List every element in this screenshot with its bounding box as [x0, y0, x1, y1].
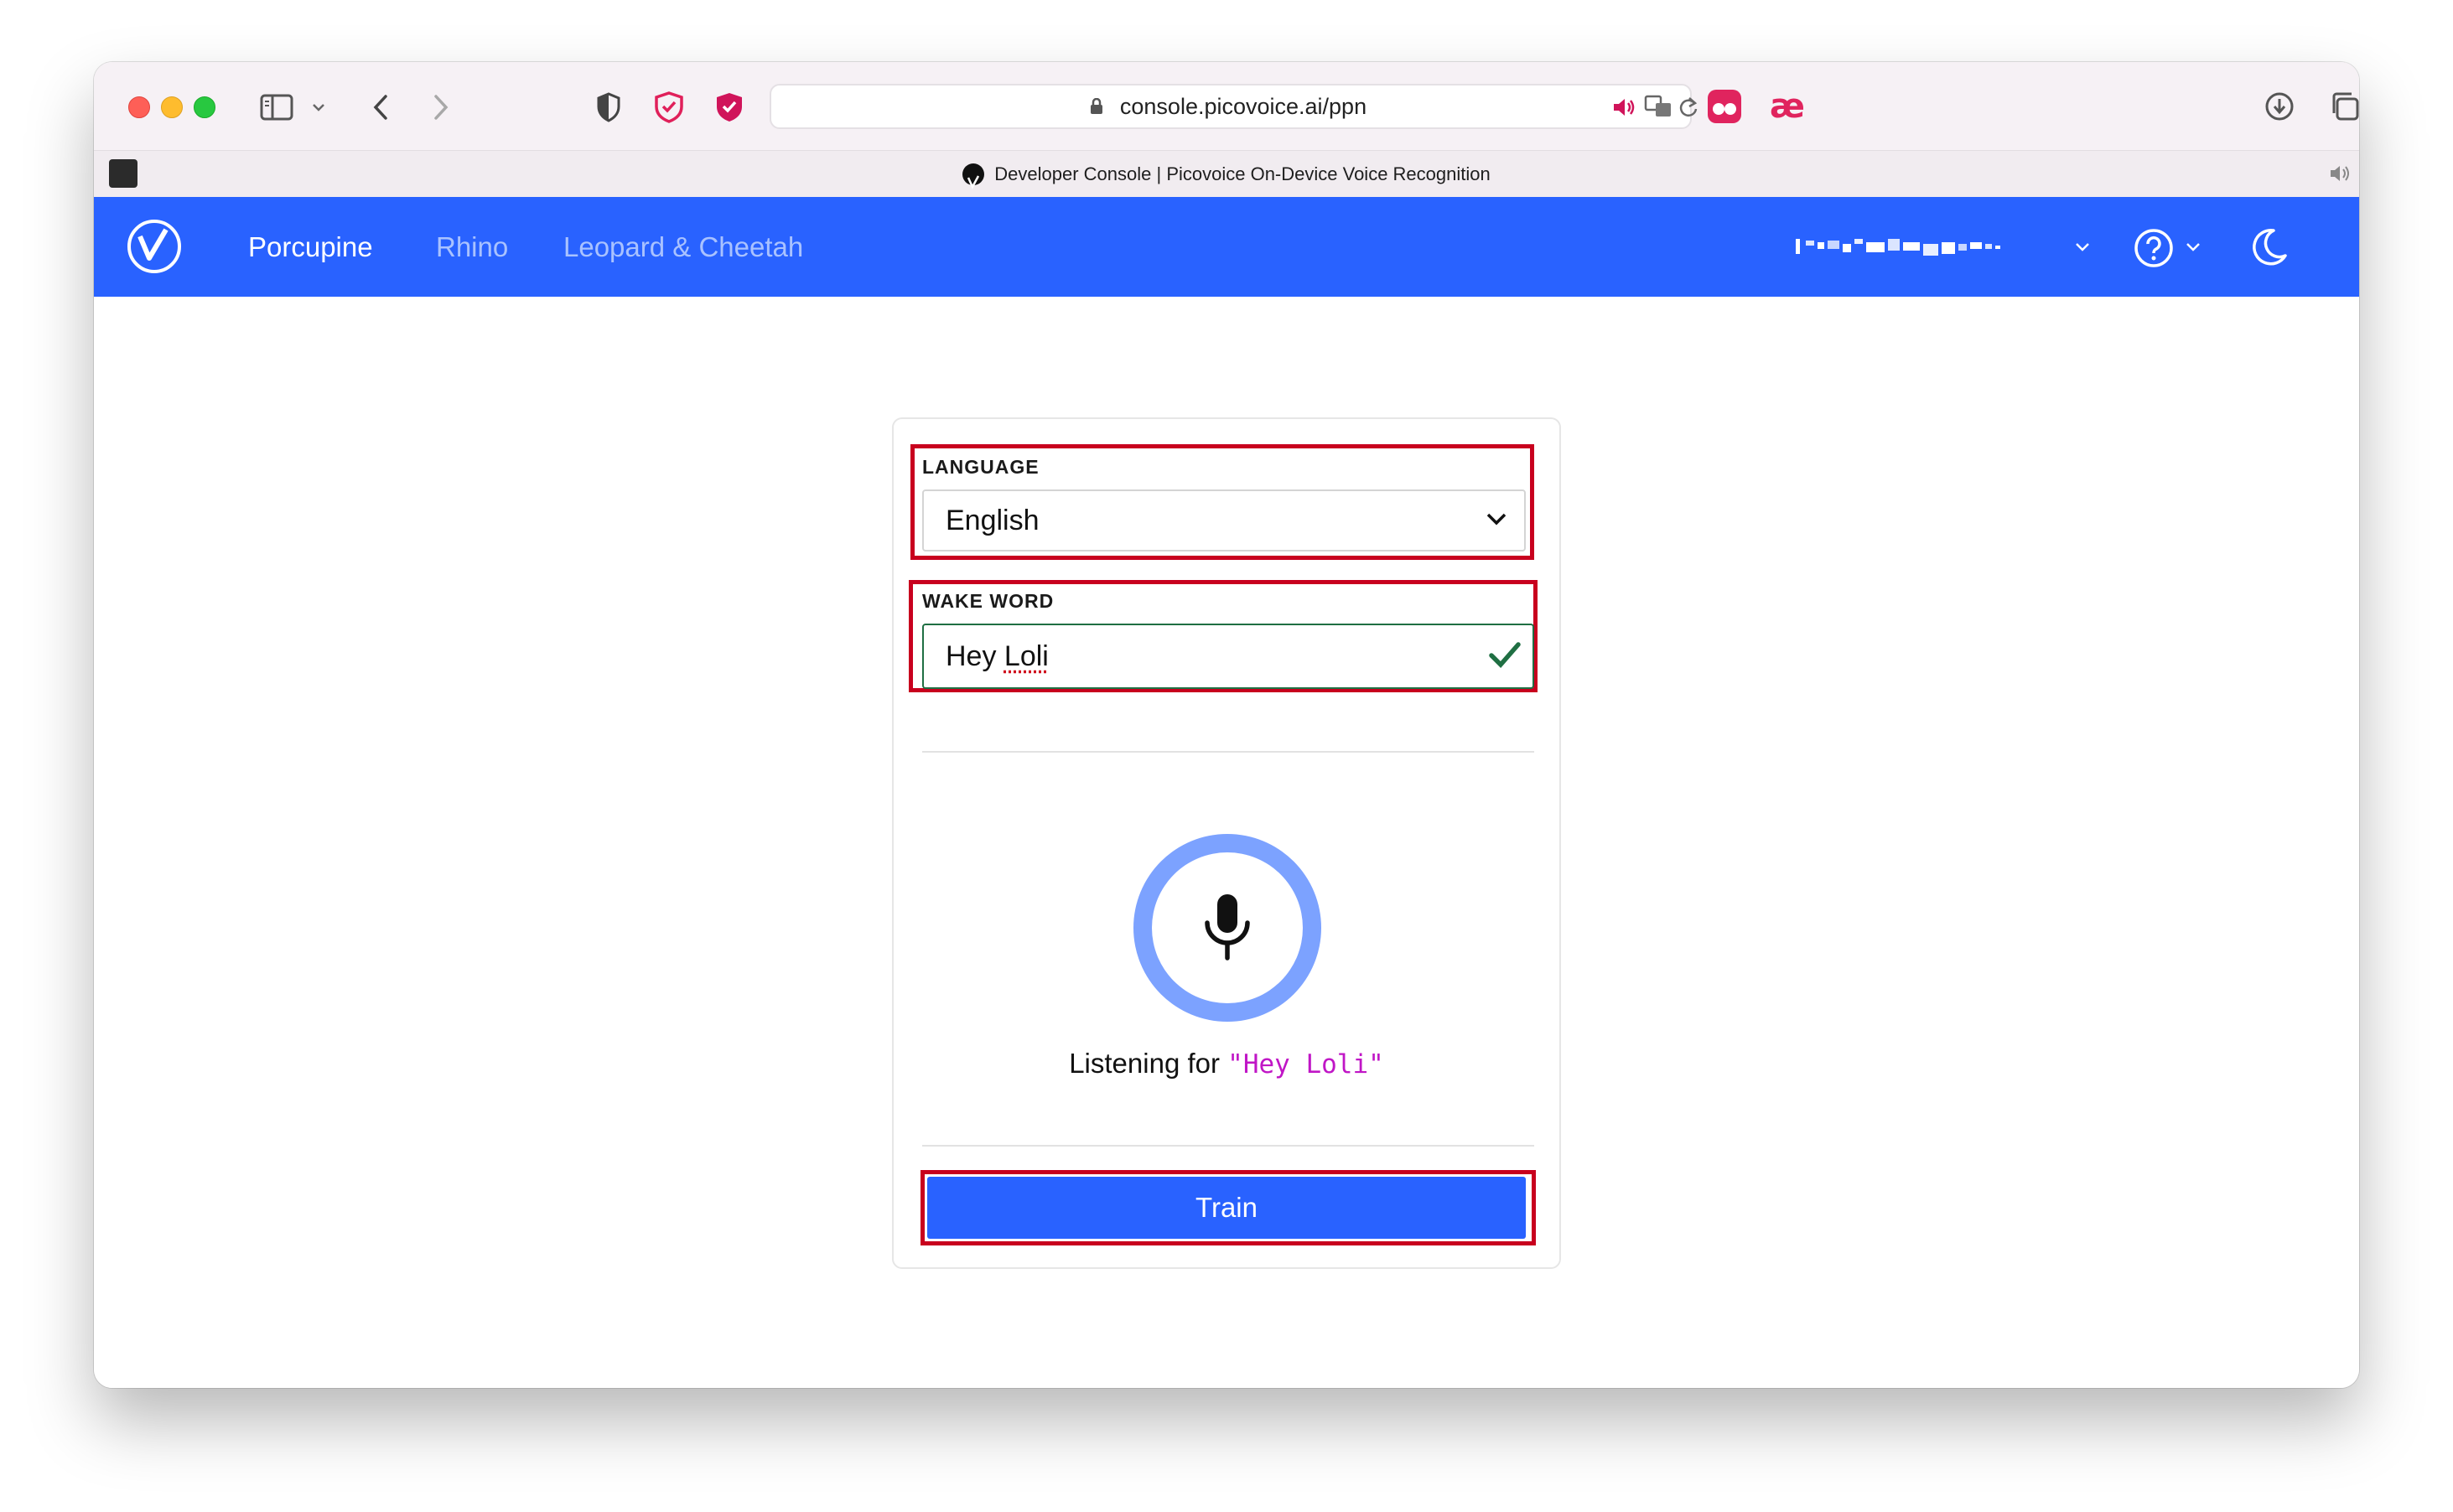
- help-chevron-down-icon[interactable]: [2183, 239, 2203, 256]
- wake-word-suffix: Loli: [1004, 640, 1049, 672]
- privacy-shield-icon[interactable]: [592, 89, 625, 126]
- top-divider: [922, 751, 1534, 753]
- speaker-icon[interactable]: [1611, 96, 1636, 119]
- wake-word-card: LANGUAGE English WAKE WORD Hey Loli List…: [892, 417, 1561, 1269]
- chevron-down-icon: [1486, 511, 1507, 531]
- forward-icon[interactable]: [424, 91, 458, 124]
- chevron-down-icon[interactable]: [310, 99, 327, 116]
- translate-icon[interactable]: [1643, 94, 1673, 119]
- app-navbar: Porcupine Rhino Leopard & Cheetah: [94, 197, 2359, 297]
- tabs-overview-icon[interactable]: [2327, 89, 2359, 124]
- close-window-button[interactable]: [128, 96, 150, 118]
- sidebar-toggle-icon[interactable]: [258, 91, 295, 124]
- address-bar[interactable]: console.picovoice.ai/ppn: [770, 84, 1698, 129]
- zoom-window-button[interactable]: [194, 96, 215, 118]
- tab-audio-icon[interactable]: [2327, 163, 2352, 184]
- reload-icon[interactable]: [1677, 96, 1700, 119]
- language-label: LANGUAGE: [922, 456, 1040, 478]
- picovoice-logo-icon[interactable]: [126, 218, 183, 275]
- minimize-window-button[interactable]: [161, 96, 183, 118]
- browser-window: console.picovoice.ai/ppn æ Developer Con…: [94, 62, 2359, 1388]
- train-button[interactable]: Train: [927, 1177, 1526, 1239]
- url-text: console.picovoice.ai/ppn: [1119, 94, 1367, 119]
- bottom-divider: [922, 1145, 1534, 1147]
- wake-word-prefix: Hey: [946, 640, 1004, 672]
- downloads-icon[interactable]: [2262, 89, 2297, 124]
- extension-shield-filled-icon[interactable]: [711, 89, 748, 126]
- dark-mode-moon-icon[interactable]: [2247, 225, 2290, 269]
- picovoice-favicon-icon: [962, 163, 985, 189]
- listening-keyword: "Hey Loli": [1227, 1049, 1384, 1080]
- wake-word-value: Hey Loli: [946, 625, 1049, 687]
- main-content: LANGUAGE English WAKE WORD Hey Loli List…: [94, 297, 2359, 1388]
- language-select[interactable]: English: [922, 489, 1526, 551]
- browser-toolbar: console.picovoice.ai/ppn æ: [94, 62, 2359, 150]
- tab-bar: Developer Console | Picovoice On-Device …: [94, 150, 2359, 199]
- microphone-button[interactable]: [1133, 834, 1321, 1022]
- tab-title-text: Developer Console | Picovoice On-Device …: [994, 163, 1491, 184]
- nav-porcupine[interactable]: Porcupine: [248, 197, 373, 297]
- microphone-icon: [1205, 894, 1250, 961]
- extension-shield-outline-icon[interactable]: [651, 89, 687, 126]
- listening-text: Listening for: [1069, 1048, 1220, 1079]
- back-icon[interactable]: [364, 91, 397, 124]
- ae-extension-icon[interactable]: æ: [1767, 87, 1807, 126]
- nav-leopard-cheetah[interactable]: Leopard & Cheetah: [563, 197, 803, 297]
- redacted-account-name: [1796, 239, 2000, 256]
- microphone-inner: [1152, 852, 1303, 1003]
- account-menu[interactable]: [1796, 234, 2056, 261]
- nav-rhino[interactable]: Rhino: [436, 197, 508, 297]
- valid-checkmark-icon: [1489, 640, 1521, 673]
- language-value: English: [946, 505, 1040, 536]
- listening-status: Listening for "Hey Loli": [894, 1048, 1559, 1080]
- wake-word-input[interactable]: Hey Loli: [922, 624, 1534, 689]
- account-chevron-down-icon[interactable]: [2072, 239, 2093, 256]
- wake-word-label: WAKE WORD: [922, 590, 1055, 612]
- extension-pink-app-icon[interactable]: [1705, 87, 1744, 126]
- help-icon[interactable]: [2133, 227, 2175, 269]
